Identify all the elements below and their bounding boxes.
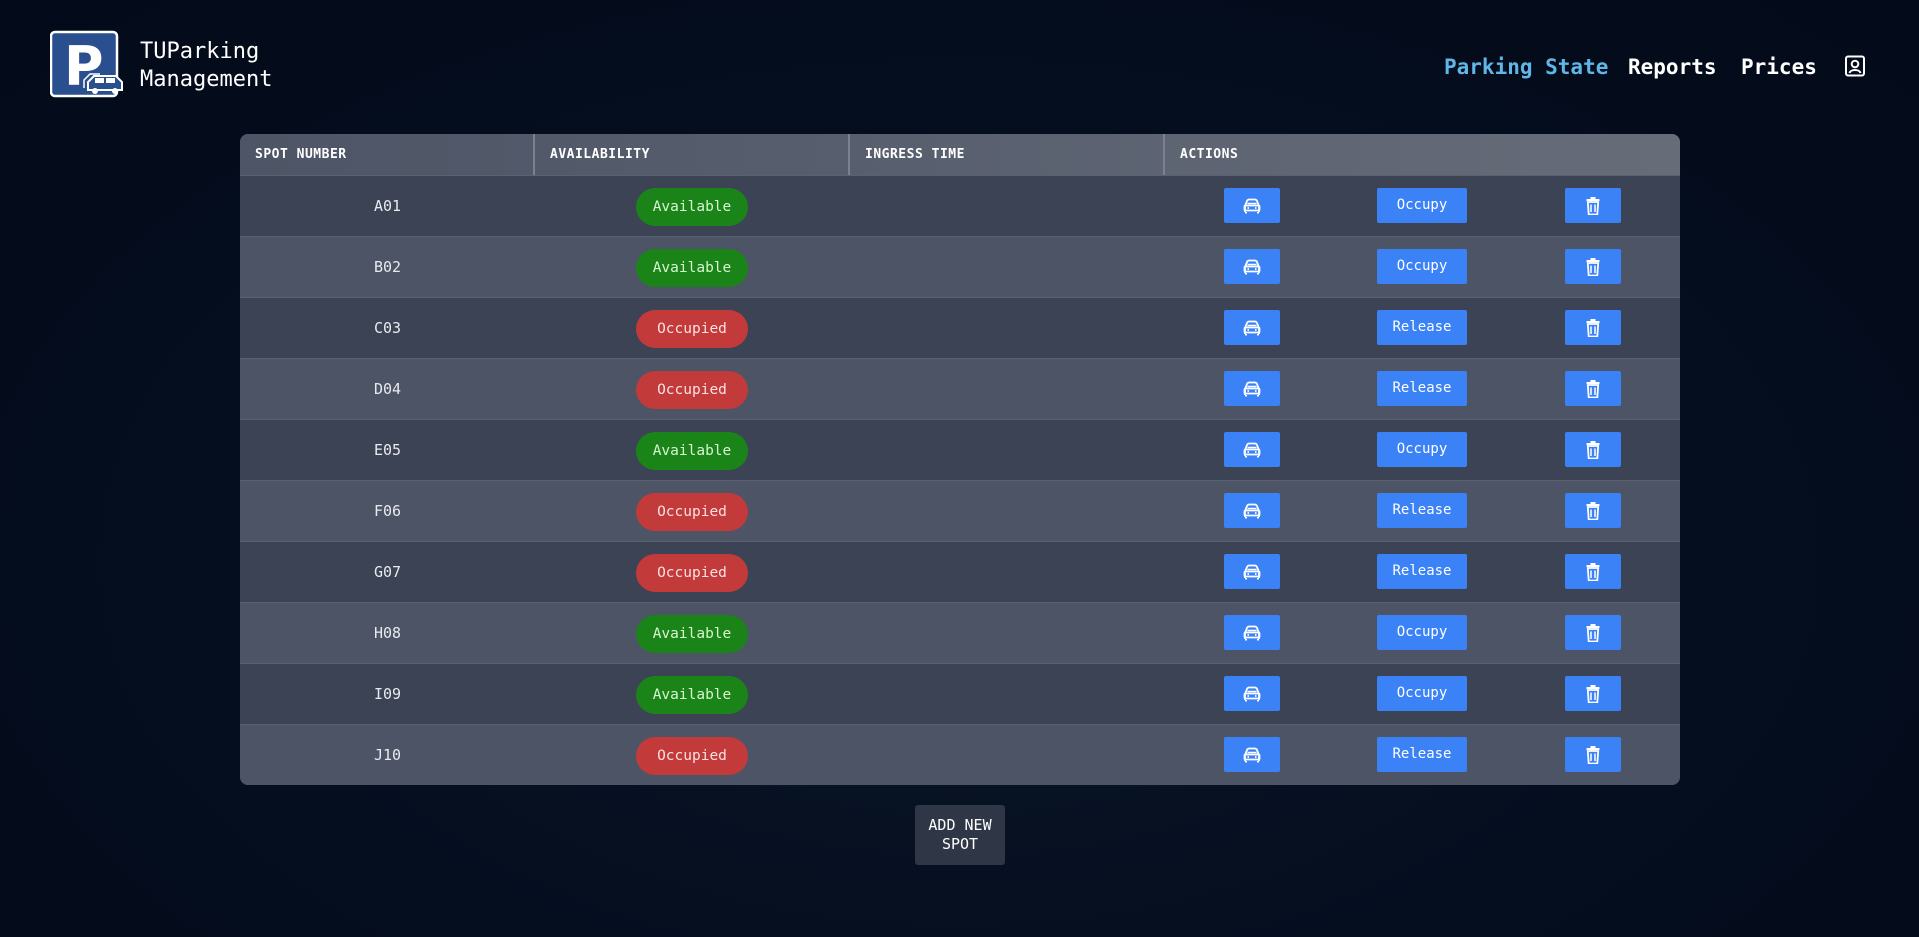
release-button[interactable]: Release (1377, 310, 1467, 345)
parking-logo-icon[interactable]: P (50, 30, 128, 100)
trash-icon (1586, 440, 1600, 459)
table-row: G07 Occupied Release (240, 541, 1680, 602)
car-icon (1243, 320, 1261, 335)
brand-line-1: TUParking (140, 39, 260, 64)
table-row: C03 Occupied Release (240, 297, 1680, 358)
trash-icon (1586, 196, 1600, 215)
car-icon (1243, 747, 1261, 762)
trash-icon (1586, 562, 1600, 581)
car-icon (1243, 198, 1261, 213)
status-badge: Available (636, 249, 748, 287)
vehicle-button[interactable] (1224, 371, 1280, 406)
vehicle-button[interactable] (1224, 432, 1280, 467)
trash-icon (1586, 318, 1600, 337)
spot-number: A01 (373, 197, 402, 215)
table-row: E05 Available Occupy (240, 419, 1680, 480)
trash-icon (1586, 257, 1600, 276)
status-badge: Available (636, 432, 748, 470)
car-icon (1243, 564, 1261, 579)
vehicle-button[interactable] (1224, 676, 1280, 711)
car-icon (1243, 381, 1261, 396)
spot-number: D04 (373, 380, 402, 398)
add-button-line-2: SPOT (941, 835, 979, 853)
delete-button[interactable] (1565, 493, 1621, 528)
occupy-button[interactable]: Occupy (1377, 615, 1467, 650)
trash-icon (1586, 745, 1600, 764)
add-button-line-1: ADD NEW (928, 816, 992, 834)
header-actions[interactable]: ACTIONS (1163, 134, 1680, 175)
table-row: F06 Occupied Release (240, 480, 1680, 541)
spot-number: F06 (373, 502, 402, 520)
delete-button[interactable] (1565, 737, 1621, 772)
spot-number: H08 (373, 624, 402, 642)
status-badge: Occupied (636, 310, 748, 348)
parking-spots-table: SPOT NUMBER AVAILABILITY INGRESS TIME AC… (240, 134, 1680, 785)
occupy-button[interactable]: Occupy (1377, 249, 1467, 284)
status-badge: Available (636, 615, 748, 653)
delete-button[interactable] (1565, 432, 1621, 467)
release-button[interactable]: Release (1377, 554, 1467, 589)
table-row: I09 Available Occupy (240, 663, 1680, 724)
delete-button[interactable] (1565, 615, 1621, 650)
table-row: H08 Available Occupy (240, 602, 1680, 663)
header-spot-number[interactable]: SPOT NUMBER (240, 134, 534, 175)
header-ingress-time[interactable]: INGRESS TIME (848, 134, 1163, 175)
user-profile-icon[interactable] (1844, 55, 1866, 77)
nav-parking-state[interactable]: Parking State (1444, 55, 1608, 79)
car-icon (1243, 259, 1261, 274)
spot-number: J10 (373, 746, 402, 764)
vehicle-button[interactable] (1224, 615, 1280, 650)
delete-button[interactable] (1565, 310, 1621, 345)
table-header: SPOT NUMBER AVAILABILITY INGRESS TIME AC… (240, 134, 1680, 175)
delete-button[interactable] (1565, 249, 1621, 284)
status-badge: Occupied (636, 554, 748, 592)
trash-icon (1586, 623, 1600, 642)
vehicle-button[interactable] (1224, 310, 1280, 345)
delete-button[interactable] (1565, 188, 1621, 223)
trash-icon (1586, 379, 1600, 398)
car-icon (1243, 686, 1261, 701)
nav-reports[interactable]: Reports (1628, 55, 1717, 79)
status-badge: Occupied (636, 493, 748, 531)
spot-number: C03 (373, 319, 402, 337)
car-icon (1243, 503, 1261, 518)
vehicle-button[interactable] (1224, 249, 1280, 284)
delete-button[interactable] (1565, 371, 1621, 406)
header: P TUParking Management Parking State Rep… (0, 0, 1919, 134)
car-icon (1243, 442, 1261, 457)
brand-line-2: Management (140, 67, 273, 92)
status-badge: Occupied (636, 737, 748, 775)
delete-button[interactable] (1565, 554, 1621, 589)
car-icon (1243, 625, 1261, 640)
vehicle-button[interactable] (1224, 493, 1280, 528)
release-button[interactable]: Release (1377, 493, 1467, 528)
status-badge: Available (636, 676, 748, 714)
release-button[interactable]: Release (1377, 737, 1467, 772)
status-badge: Available (636, 188, 748, 226)
occupy-button[interactable]: Occupy (1377, 432, 1467, 467)
vehicle-button[interactable] (1224, 188, 1280, 223)
occupy-button[interactable]: Occupy (1377, 188, 1467, 223)
occupy-button[interactable]: Occupy (1377, 676, 1467, 711)
spot-number: E05 (373, 441, 402, 459)
vehicle-button[interactable] (1224, 737, 1280, 772)
add-new-spot-button[interactable]: ADD NEW SPOT (915, 805, 1005, 865)
header-availability[interactable]: AVAILABILITY (533, 134, 848, 175)
vehicle-button[interactable] (1224, 554, 1280, 589)
status-badge: Occupied (636, 371, 748, 409)
table-row: A01 Available Occupy (240, 175, 1680, 236)
spot-number: I09 (373, 685, 402, 703)
spot-number: B02 (373, 258, 402, 276)
table-row: J10 Occupied Release (240, 724, 1680, 785)
spot-number: G07 (373, 563, 402, 581)
release-button[interactable]: Release (1377, 371, 1467, 406)
nav-prices[interactable]: Prices (1741, 55, 1817, 79)
delete-button[interactable] (1565, 676, 1621, 711)
table-row: B02 Available Occupy (240, 236, 1680, 297)
table-row: D04 Occupied Release (240, 358, 1680, 419)
trash-icon (1586, 684, 1600, 703)
brand-title: TUParking Management (140, 38, 272, 94)
trash-icon (1586, 501, 1600, 520)
